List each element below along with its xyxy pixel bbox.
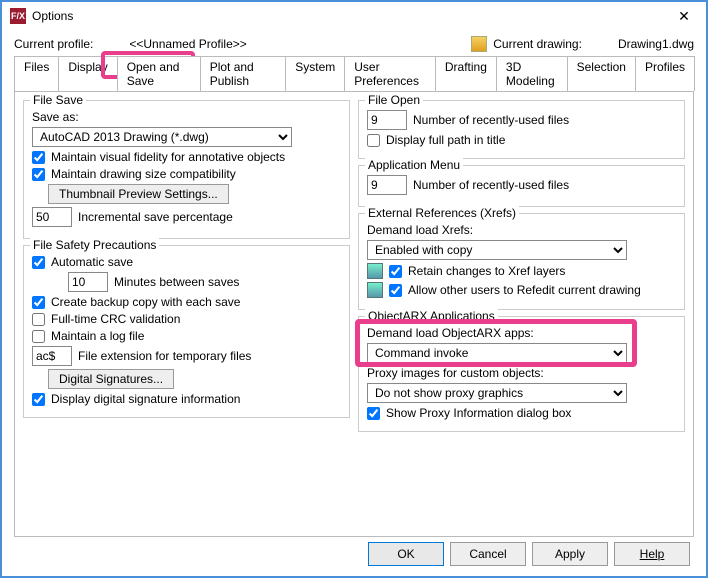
chk-digital-info[interactable]	[32, 393, 45, 406]
cancel-button[interactable]: Cancel	[450, 542, 526, 566]
refedit-icon	[367, 282, 383, 298]
group-app-menu: Application Menu Number of recently-used…	[358, 165, 685, 207]
tab-profiles[interactable]: Profiles	[635, 56, 695, 91]
temp-ext-label: File extension for temporary files	[78, 349, 251, 363]
group-title: File Safety Precautions	[30, 238, 159, 252]
chk-allow-refedit[interactable]	[389, 284, 402, 297]
tab-files[interactable]: Files	[14, 56, 59, 91]
chk-backup[interactable]	[32, 296, 45, 309]
chk-crc[interactable]	[32, 313, 45, 326]
tab-selection[interactable]: Selection	[567, 56, 636, 91]
tab-plot-publish[interactable]: Plot and Publish	[200, 56, 287, 91]
thumbnail-settings-button[interactable]: Thumbnail Preview Settings...	[48, 184, 229, 204]
group-safety: File Safety Precautions Automatic save M…	[23, 245, 350, 418]
temp-ext-input[interactable]	[32, 346, 72, 366]
lbl-allow-refedit: Allow other users to Refedit current dra…	[408, 283, 641, 297]
group-title: Application Menu	[365, 158, 463, 172]
lbl-retain-xref: Retain changes to Xref layers	[408, 264, 565, 278]
chk-size-compat[interactable]	[32, 168, 45, 181]
demand-xrefs-select[interactable]: Enabled with copy	[367, 240, 627, 260]
content-area: File Save Save as: AutoCAD 2013 Drawing …	[14, 91, 694, 537]
auto-save-minutes-label: Minutes between saves	[114, 275, 239, 289]
group-title: ObjectARX Applications	[365, 309, 498, 323]
header-row: Current profile: <<Unnamed Profile>> Cur…	[2, 30, 706, 56]
group-file-open: File Open Number of recently-used files …	[358, 100, 685, 159]
lbl-full-path: Display full path in title	[386, 133, 505, 147]
help-button[interactable]: Help	[614, 542, 690, 566]
profile-label: Current profile:	[14, 37, 93, 51]
lbl-digital-info: Display digital signature information	[51, 392, 240, 406]
tab-strip: Files Display Open and Save Plot and Pub…	[2, 56, 706, 91]
right-column: File Open Number of recently-used files …	[358, 100, 685, 528]
recent-files-label: Number of recently-used files	[413, 113, 569, 127]
incremental-save-input[interactable]	[32, 207, 72, 227]
lbl-backup: Create backup copy with each save	[51, 295, 240, 309]
tab-3d-modeling[interactable]: 3D Modeling	[496, 56, 568, 91]
lbl-visual-fidelity: Maintain visual fidelity for annotative …	[51, 150, 285, 164]
profile-value: <<Unnamed Profile>>	[129, 37, 246, 51]
left-column: File Save Save as: AutoCAD 2013 Drawing …	[23, 100, 350, 528]
tab-drafting[interactable]: Drafting	[435, 56, 497, 91]
tab-open-and-save[interactable]: Open and Save	[117, 56, 201, 91]
chk-visual-fidelity[interactable]	[32, 151, 45, 164]
chk-auto-save[interactable]	[32, 256, 45, 269]
demand-arx-select[interactable]: Command invoke	[367, 343, 627, 363]
group-xrefs: External References (Xrefs) Demand load …	[358, 213, 685, 310]
lbl-size-compat: Maintain drawing size compatibility	[51, 167, 236, 181]
recent-files-input[interactable]	[367, 110, 407, 130]
digital-signatures-button[interactable]: Digital Signatures...	[48, 369, 174, 389]
tab-display[interactable]: Display	[58, 56, 117, 91]
app-recent-label: Number of recently-used files	[413, 178, 569, 192]
demand-xrefs-label: Demand load Xrefs:	[367, 223, 473, 237]
proxy-select[interactable]: Do not show proxy graphics	[367, 383, 627, 403]
chk-log[interactable]	[32, 330, 45, 343]
chk-full-path[interactable]	[367, 134, 380, 147]
chk-retain-xref[interactable]	[389, 265, 402, 278]
group-file-save: File Save Save as: AutoCAD 2013 Drawing …	[23, 100, 350, 239]
save-as-label: Save as:	[32, 110, 79, 124]
lbl-show-proxy: Show Proxy Information dialog box	[386, 406, 571, 420]
auto-save-minutes-input[interactable]	[68, 272, 108, 292]
tab-user-prefs[interactable]: User Preferences	[344, 56, 436, 91]
ok-button[interactable]: OK	[368, 542, 444, 566]
app-recent-input[interactable]	[367, 175, 407, 195]
group-title: File Open	[365, 93, 423, 107]
window-title: Options	[32, 9, 670, 23]
incremental-save-label: Incremental save percentage	[78, 210, 233, 224]
group-title: External References (Xrefs)	[365, 206, 519, 220]
apply-button[interactable]: Apply	[532, 542, 608, 566]
proxy-label: Proxy images for custom objects:	[367, 366, 544, 380]
footer-buttons: OK Cancel Apply Help	[368, 542, 690, 566]
titlebar: F/X Options ✕	[2, 2, 706, 30]
group-title: File Save	[30, 93, 86, 107]
tab-system[interactable]: System	[285, 56, 345, 91]
options-dialog: F/X Options ✕ Current profile: <<Unnamed…	[0, 0, 708, 578]
drawing-value: Drawing1.dwg	[618, 37, 694, 51]
drawing-label: Current drawing:	[493, 37, 582, 51]
close-button[interactable]: ✕	[670, 6, 698, 26]
lbl-auto-save: Automatic save	[51, 255, 133, 269]
group-arx: ObjectARX Applications Demand load Objec…	[358, 316, 685, 432]
app-icon: F/X	[10, 8, 26, 24]
drawing-icon	[471, 36, 487, 52]
xref-icon	[367, 263, 383, 279]
save-as-select[interactable]: AutoCAD 2013 Drawing (*.dwg)	[32, 127, 292, 147]
lbl-crc: Full-time CRC validation	[51, 312, 180, 326]
lbl-log: Maintain a log file	[51, 329, 144, 343]
chk-show-proxy[interactable]	[367, 407, 380, 420]
demand-arx-label: Demand load ObjectARX apps:	[367, 326, 534, 340]
